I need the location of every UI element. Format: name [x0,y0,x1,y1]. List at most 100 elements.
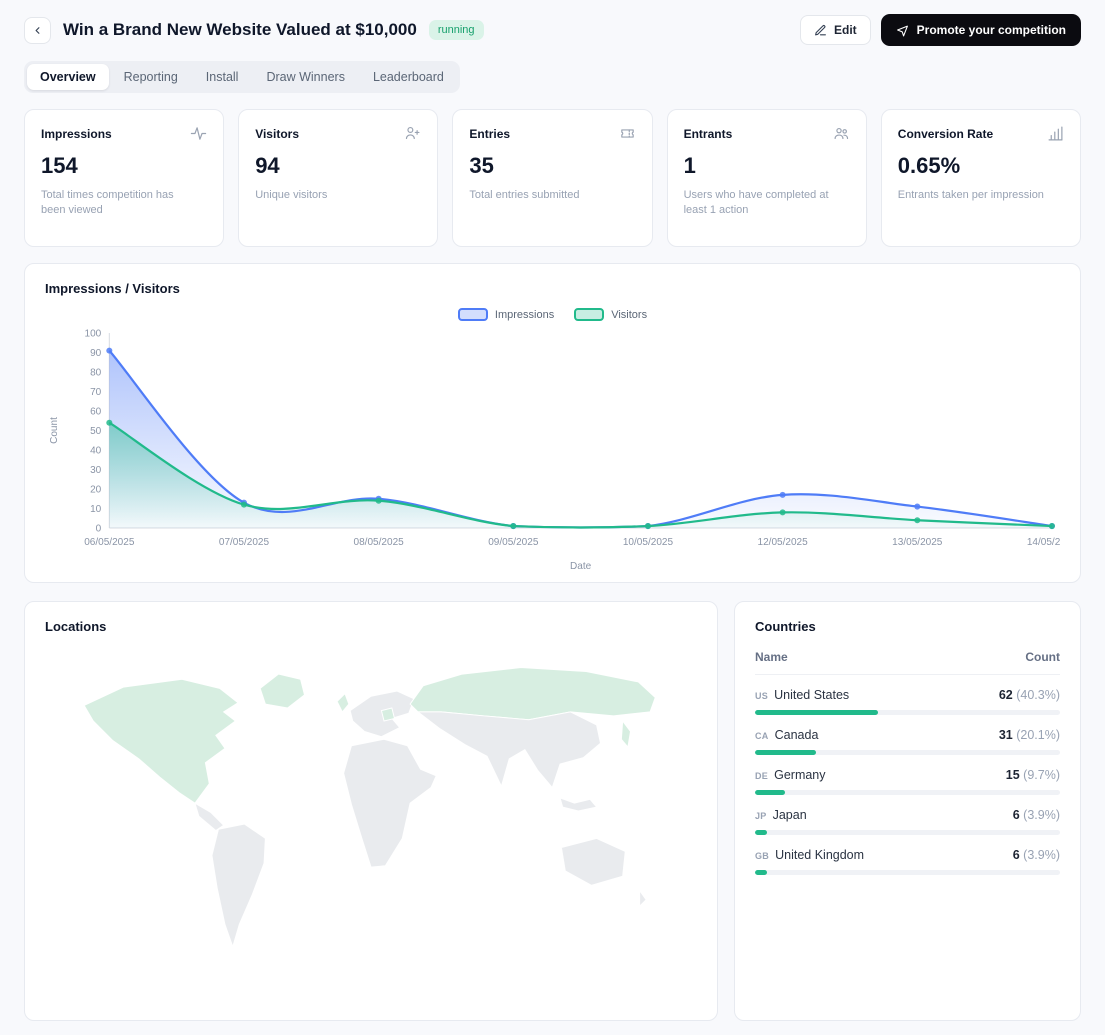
stat-value: 35 [469,153,494,178]
stat-value: 154 [41,153,78,178]
promote-button-label: Promote your competition [916,23,1066,37]
impressions-swatch [457,308,488,321]
status-badge: running [428,20,484,40]
tab-leaderboard[interactable]: Leaderboard [360,64,457,90]
stat-value: 94 [255,153,280,178]
edit-button[interactable]: Edit [799,15,871,45]
stat-card-visitors: Visitors 94 Unique visitors [238,109,439,247]
world-map [45,648,697,981]
stat-card-entrants: Entrants 1 Users who have completed at l… [666,109,867,247]
svg-text:09/05/2025: 09/05/2025 [488,537,539,548]
header-actions: Edit Promote your competition [799,14,1081,46]
back-button[interactable] [24,16,51,44]
locations-title: Locations [45,619,107,635]
tab-draw-winners[interactable]: Draw Winners [253,64,358,90]
stat-label: Conversion Rate [897,126,994,141]
column-count: Count [1025,650,1060,665]
tab-bar: Overview Reporting Install Draw Winners … [24,61,460,93]
stat-label: Entrants [683,126,733,141]
stat-card-entries: Entries 35 Total entries submitted [452,109,653,247]
line-chart: 0 10 20 30 40 50 60 70 80 90 100 06/05/2025 07/05/20… [49,329,1060,573]
world-map-svg [83,667,656,949]
svg-text:07/05/2025: 07/05/2025 [219,537,270,548]
country-count: 6 [1012,808,1020,823]
stat-description: Unique visitors [255,189,328,201]
legend-label: Impressions [494,308,555,321]
stat-description: Entrants taken per impression [897,189,1044,201]
svg-text:40: 40 [90,446,102,457]
country-name: Canada [774,728,819,743]
legend-label: Visitors [611,308,648,321]
country-code: JP [755,811,767,822]
svg-text:Count: Count [49,417,60,444]
country-code: GB [755,851,770,862]
country-code: CA [755,731,769,742]
svg-text:80: 80 [90,368,102,379]
pencil-icon [814,24,827,37]
stat-label: Visitors [255,126,299,141]
tab-overview[interactable]: Overview [27,64,109,90]
stats-row: Impressions 154 Total times competition … [24,109,1081,247]
country-count: 6 [1012,848,1020,863]
tab-install[interactable]: Install [193,64,252,90]
svg-text:06/05/2025: 06/05/2025 [84,537,135,548]
country-percent: (3.9%) [1023,808,1060,823]
stat-description: Users who have completed at least 1 acti… [683,189,829,217]
legend-item-visitors[interactable]: Visitors [574,308,647,321]
svg-text:10/05/2025: 10/05/2025 [623,537,674,548]
country-percent: (9.7%) [1023,768,1060,783]
page-title: Win a Brand New Website Valued at $10,00… [63,20,417,39]
svg-text:50: 50 [90,426,102,437]
tab-reporting[interactable]: Reporting [111,64,191,90]
svg-text:90: 90 [90,348,102,359]
country-row-united-kingdom: GB United Kingdom 6 (3.9%) [755,835,1060,876]
stat-card-impressions: Impressions 154 Total times competition … [24,109,225,247]
svg-text:30: 30 [90,465,102,476]
country-name: United States [774,688,850,703]
edit-button-label: Edit [833,23,857,37]
countries-table-header: Name Count [755,634,1060,676]
country-row-germany: DE Germany 15 (9.7%) [755,755,1060,796]
svg-text:08/05/2025: 08/05/2025 [354,537,405,548]
countries-title: Countries [755,619,816,635]
country-count: 31 [998,728,1013,743]
svg-text:60: 60 [90,407,102,418]
svg-text:13/05/2025: 13/05/2025 [892,537,943,548]
country-name: Japan [772,808,807,823]
users-icon [833,125,850,142]
country-row-japan: JP Japan 6 (3.9%) [755,795,1060,836]
stat-description: Total entries submitted [469,189,580,201]
locations-card: Locations [24,601,718,1022]
stat-card-conversion-rate: Conversion Rate 0.65% Entrants taken per… [880,109,1081,247]
legend-item-impressions[interactable]: Impressions [457,308,555,321]
countries-card: Countries Name Count US United States 62… [734,601,1081,1022]
promote-icon [896,24,909,37]
chart-legend: Impressions Visitors [45,308,1060,321]
country-code: DE [755,771,769,782]
column-name: Name [755,650,788,665]
country-code: US [755,691,769,702]
competition-dashboard: Win a Brand New Website Valued at $10,00… [0,0,1105,1035]
svg-text:14/05/2025: 14/05/2025 [1027,537,1060,548]
chevron-left-icon [32,25,43,36]
user-icon [404,125,421,142]
svg-text:100: 100 [85,329,102,340]
promote-competition-button[interactable]: Promote your competition [880,14,1081,46]
country-row-united-states: US United States 62 (40.3%) [755,675,1060,716]
visitors-swatch [574,308,605,321]
svg-text:20: 20 [90,485,102,496]
chart-title: Impressions / Visitors [45,281,180,296]
svg-text:12/05/2025: 12/05/2025 [758,537,809,548]
activity-icon [190,125,207,142]
impressions-visitors-card: Impressions / Visitors Impressions Visit… [24,263,1081,584]
country-bar-track [755,870,1060,876]
stat-value: 0.65% [897,153,961,178]
country-percent: (3.9%) [1023,848,1060,863]
header: Win a Brand New Website Valued at $10,00… [24,14,1081,46]
stat-label: Entries [469,126,511,141]
country-count: 62 [998,688,1013,703]
country-percent: (20.1%) [1016,728,1060,743]
chart-icon [1047,125,1064,142]
ticket-icon [619,125,636,142]
country-name: United Kingdom [775,848,865,863]
